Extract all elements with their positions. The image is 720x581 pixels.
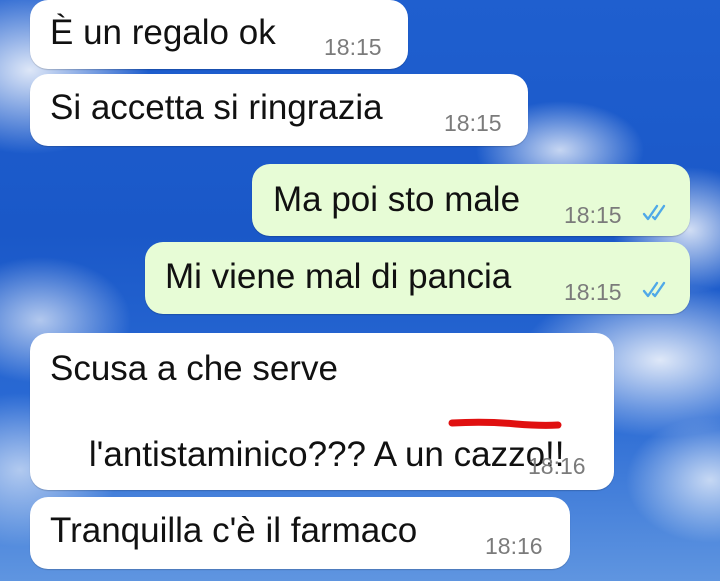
message-text: È un regalo ok (50, 13, 276, 52)
double-check-icon (642, 281, 666, 298)
incoming-message[interactable]: Tranquilla c'è il farmaco 18:16 (30, 497, 570, 569)
double-check-icon (642, 204, 666, 221)
message-time: 18:15 (564, 202, 622, 228)
incoming-message[interactable]: Scusa a che serve l'antistaminico??? A u… (30, 333, 614, 490)
message-time: 18:16 (528, 453, 586, 479)
message-time: 18:15 (324, 34, 382, 60)
outgoing-message[interactable]: Ma poi sto male 18:15 (252, 164, 690, 236)
message-time: 18:16 (485, 533, 543, 559)
message-time: 18:15 (444, 110, 502, 136)
message-text: Si accetta si ringrazia (50, 88, 383, 127)
message-time: 18:15 (564, 279, 622, 305)
message-text: Mi viene mal di pancia (165, 257, 512, 296)
message-text: Ma poi sto male (273, 180, 521, 219)
message-text: Tranquilla c'è il farmaco (50, 511, 418, 550)
message-text-part: l'antistaminico??? A un (88, 434, 454, 474)
incoming-message[interactable]: Si accetta si ringrazia 18:15 (30, 74, 528, 146)
censor-scribble (448, 418, 562, 429)
message-text-line-1: Scusa a che serve (50, 349, 338, 388)
incoming-message[interactable]: È un regalo ok 18:15 (30, 0, 408, 69)
outgoing-message[interactable]: Mi viene mal di pancia 18:15 (145, 242, 690, 314)
